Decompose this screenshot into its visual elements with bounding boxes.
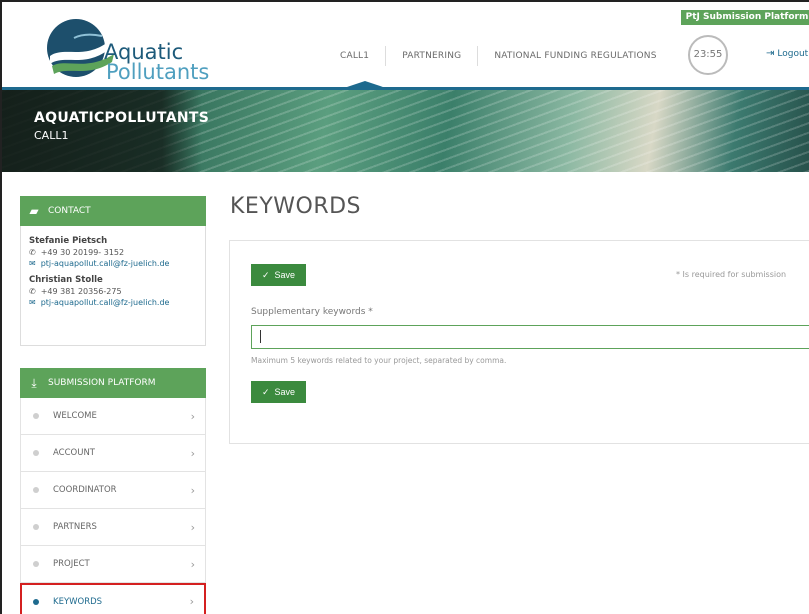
text-cursor (260, 330, 261, 343)
sidebar-item-label: ACCOUNT (53, 448, 95, 458)
logout-link[interactable]: ⇥ Logout (766, 48, 808, 59)
nav-partnering[interactable]: PARTNERING (386, 51, 477, 61)
contact-header: ▰ CONTACT (20, 196, 206, 226)
chevron-right-icon: › (189, 595, 194, 608)
nav-national-funding-regulations[interactable]: NATIONAL FUNDING REGULATIONS (478, 51, 672, 61)
submission-menu: WELCOME › ACCOUNT › COORDINATOR › PARTNE… (20, 398, 206, 614)
save-label: Save (274, 387, 296, 397)
contact-phone[interactable]: ✆ +49 381 20356-275 (29, 286, 197, 297)
status-dot-icon (33, 524, 39, 530)
email-address: ptj-aquapollut.call@fz-juelich.de (40, 259, 170, 268)
status-dot-icon (33, 598, 39, 605)
contact-box: Stefanie Pietsch ✆ +49 30 20199- 3152 ✉ … (20, 226, 206, 346)
chevron-right-icon: › (190, 409, 195, 423)
mail-icon: ✉ (29, 298, 36, 307)
sidebar-item-label: PROJECT (53, 559, 90, 569)
nav-call1[interactable]: CALL1 (324, 51, 385, 61)
submission-platform-header: ⤓ SUBMISSION PLATFORM (20, 368, 206, 398)
contact-email[interactable]: ✉ ptj-aquapollut.call@fz-juelich.de (29, 258, 197, 269)
sidebar-item-label: COORDINATOR (53, 485, 117, 495)
contact-name: Stefanie Pietsch (29, 236, 108, 246)
mail-icon: ✉ (29, 259, 36, 268)
page: PtJ Submission Platform Aquatic Pollutan… (0, 0, 809, 614)
status-dot-icon (33, 450, 39, 456)
top-nav: CALL1 PARTNERING NATIONAL FUNDING REGULA… (324, 46, 673, 66)
save-button[interactable]: ✓ Save (251, 264, 307, 286)
banner-title: AQUATICPOLLUTANTS (34, 110, 210, 126)
logout-label: Logout (777, 48, 809, 59)
contact-email[interactable]: ✉ ptj-aquapollut.call@fz-juelich.de (29, 297, 197, 308)
contact-name: Christian Stolle (29, 275, 103, 285)
status-dot-icon (33, 487, 39, 493)
supplementary-keywords-input[interactable] (251, 325, 809, 349)
sidebar-item-label: KEYWORDS (53, 596, 103, 607)
download-icon: ⤓ (31, 375, 37, 390)
save-button[interactable]: ✓ Save (251, 381, 307, 403)
logo-text: Aquatic Pollutants (104, 42, 210, 84)
submission-title: SUBMISSION PLATFORM (48, 378, 156, 388)
chevron-right-icon: › (190, 483, 195, 497)
phone-icon: ✆ (29, 248, 36, 257)
chat-icon: ▰ (29, 204, 39, 218)
required-note: * Is required for submission (676, 270, 787, 279)
contact-phone[interactable]: ✆ +49 30 20199- 3152 (29, 247, 197, 258)
phone-number: +49 30 20199- 3152 (40, 248, 125, 257)
sidebar-item-welcome[interactable]: WELCOME › (20, 398, 206, 435)
session-timer: 23:55 (688, 35, 728, 75)
sidebar-item-label: WELCOME (53, 411, 97, 421)
keywords-form: ✓ Save * Is required for submission Supp… (229, 240, 809, 444)
logo-line2: Pollutants (106, 60, 210, 84)
sidebar-item-partners[interactable]: PARTNERS › (20, 509, 206, 546)
phone-icon: ✆ (29, 287, 36, 296)
chevron-right-icon: › (190, 557, 195, 571)
contact-title: CONTACT (48, 206, 91, 216)
status-dot-icon (33, 413, 39, 419)
page-title: KEYWORDS (230, 194, 362, 219)
email-address: ptj-aquapollut.call@fz-juelich.de (40, 298, 170, 307)
logo[interactable]: Aquatic Pollutants (42, 16, 209, 86)
hero-banner: AQUATICPOLLUTANTS CALL1 (2, 90, 809, 172)
status-dot-icon (33, 561, 39, 567)
sidebar-item-coordinator[interactable]: COORDINATOR › (20, 472, 206, 509)
save-label: Save (274, 270, 296, 280)
chevron-right-icon: › (190, 446, 195, 460)
keywords-field-label: Supplementary keywords * (251, 307, 373, 317)
check-icon: ✓ (262, 386, 270, 397)
logout-icon: ⇥ (766, 48, 775, 59)
sidebar-item-account[interactable]: ACCOUNT › (20, 435, 206, 472)
phone-number: +49 381 20356-275 (40, 287, 122, 296)
sidebar-item-keywords[interactable]: KEYWORDS › (20, 583, 206, 614)
sidebar-item-project[interactable]: PROJECT › (20, 546, 206, 583)
banner-subtitle: CALL1 (34, 129, 69, 142)
check-icon: ✓ (262, 269, 270, 280)
platform-badge: PtJ Submission Platform (681, 10, 809, 25)
banner-overlay (2, 90, 202, 172)
sidebar-item-label: PARTNERS (53, 522, 97, 532)
chevron-right-icon: › (190, 520, 195, 534)
keywords-help-text: Maximum 5 keywords related to your proje… (251, 356, 507, 365)
